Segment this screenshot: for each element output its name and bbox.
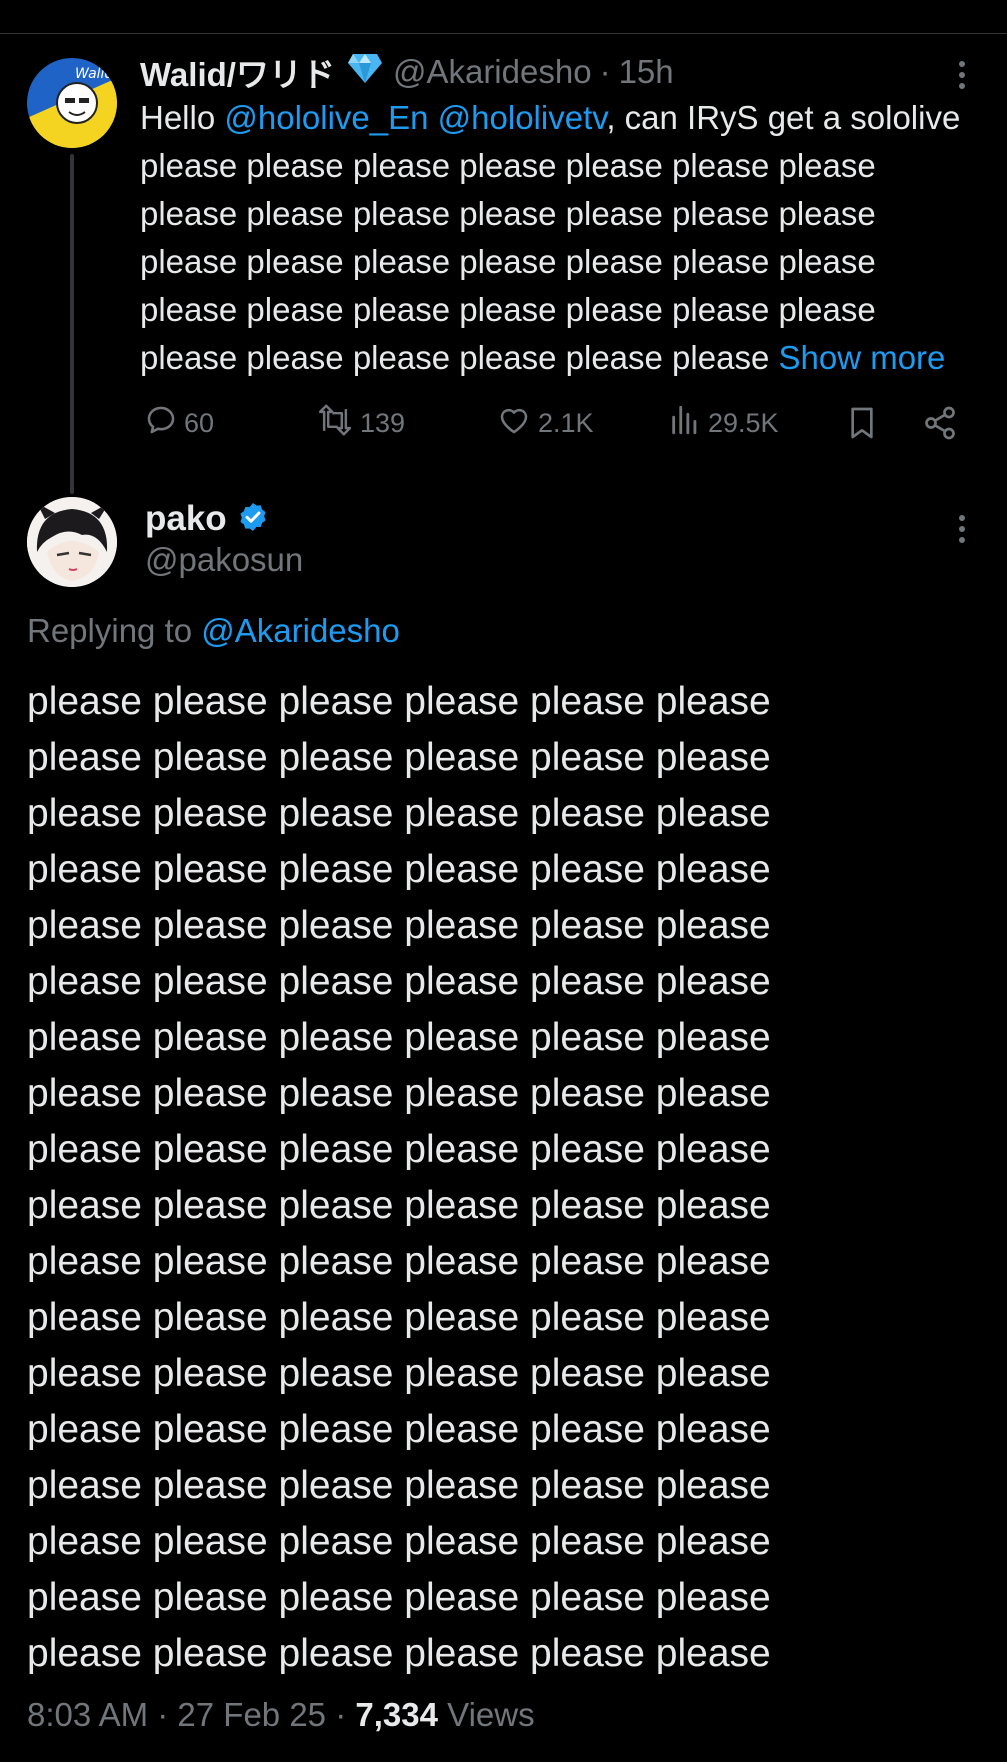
parent-header: Walid/ワリド @Akaridesho · 15h bbox=[140, 52, 674, 93]
text-body: , can IRyS get a sololive please please … bbox=[140, 99, 961, 376]
share-icon[interactable] bbox=[922, 400, 964, 446]
repost-icon bbox=[316, 403, 360, 444]
reply-button[interactable]: 60 bbox=[144, 400, 214, 446]
replying-prefix: Replying to bbox=[27, 612, 202, 649]
reply-display-name[interactable]: pako bbox=[145, 499, 227, 539]
reply-icon bbox=[144, 403, 184, 444]
repost-count: 139 bbox=[360, 407, 406, 438]
views-icon bbox=[668, 403, 708, 444]
replying-to-handle[interactable]: @Akaridesho bbox=[201, 612, 400, 649]
avatar-walid[interactable]: Walid bbox=[27, 58, 117, 148]
like-count: 2.1K bbox=[538, 407, 594, 438]
diamond-icon bbox=[347, 52, 383, 92]
reply-name-row: pako bbox=[145, 497, 269, 541]
parent-display-name[interactable]: Walid/ワリド bbox=[140, 48, 335, 96]
mention-hololive-en[interactable]: @hololive_En bbox=[224, 99, 428, 136]
action-bar: 60 139 2.1K 29.5K bbox=[140, 400, 970, 446]
parent-tweet-text: Hello @hololive_En @hololivetv, can IRyS… bbox=[140, 94, 975, 382]
text-prefix: Hello bbox=[140, 99, 225, 136]
reply-handle[interactable]: @pakosun bbox=[145, 541, 303, 579]
header-separator: · bbox=[599, 53, 611, 90]
views-label: Views bbox=[447, 1696, 535, 1733]
more-icon[interactable] bbox=[950, 512, 974, 551]
parent-handle[interactable]: @Akaridesho bbox=[393, 53, 592, 91]
views-count: 29.5K bbox=[708, 407, 779, 438]
parent-tweet[interactable]: Walid Walid/ワリド @Akaridesho · 15h Hello … bbox=[0, 34, 1007, 494]
reply-count: 60 bbox=[184, 407, 215, 438]
replying-to: Replying to @Akaridesho bbox=[27, 612, 400, 650]
parent-time[interactable]: 15h bbox=[619, 53, 674, 91]
views-total: 7,334 bbox=[355, 1696, 438, 1733]
bookmark-icon[interactable] bbox=[846, 400, 884, 446]
more-icon[interactable] bbox=[950, 58, 974, 97]
like-icon bbox=[496, 403, 538, 444]
views-button[interactable]: 29.5K bbox=[668, 400, 779, 446]
mention-hololivetv[interactable]: @hololivetv bbox=[438, 99, 607, 136]
avatar-pako[interactable] bbox=[27, 497, 117, 587]
tweet-time[interactable]: 8:03 AM bbox=[27, 1696, 148, 1733]
like-button[interactable]: 2.1K bbox=[496, 400, 594, 446]
verified-badge-icon bbox=[237, 501, 269, 538]
tweet-date[interactable]: 27 Feb 25 bbox=[177, 1696, 326, 1733]
meta-separator: · bbox=[157, 1696, 169, 1733]
meta-separator: · bbox=[335, 1696, 347, 1733]
thread-line bbox=[70, 154, 74, 494]
repost-button[interactable]: 139 bbox=[316, 400, 405, 446]
reply-tweet-text: please please please please please pleas… bbox=[27, 680, 771, 1675]
show-more-link[interactable]: Show more bbox=[778, 339, 945, 376]
tweet-meta: 8:03 AM · 27 Feb 25 · 7,334 Views bbox=[27, 1696, 535, 1734]
svg-text:Walid: Walid bbox=[75, 66, 113, 82]
